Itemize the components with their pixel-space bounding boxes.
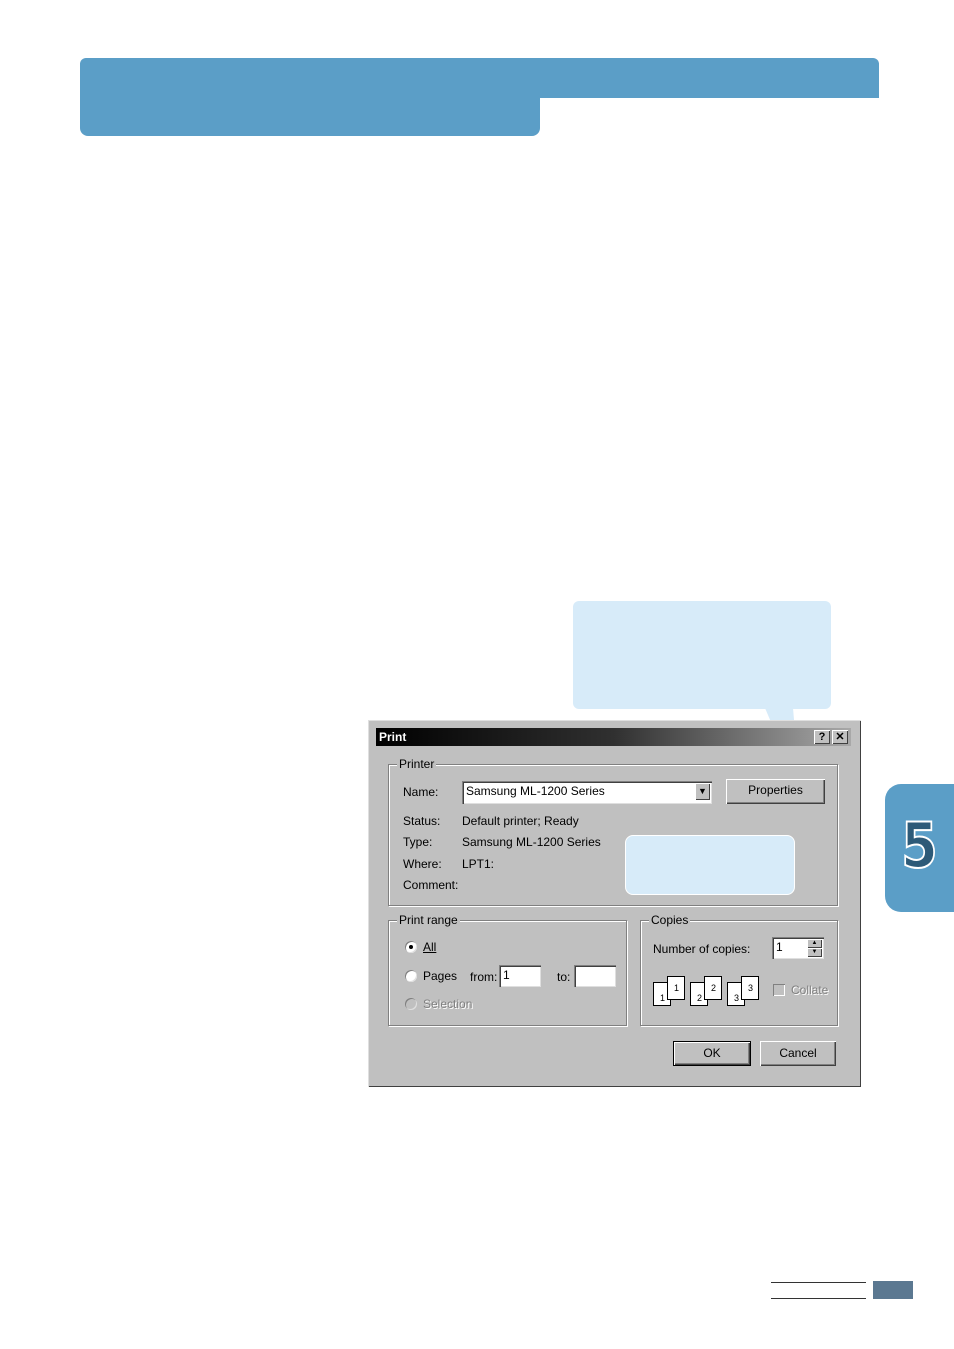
print-dialog: Print ? ✕ Printer Name: Samsung ML-1200 …	[368, 720, 861, 1087]
properties-button[interactable]: Properties	[726, 779, 825, 804]
page-icon: 2	[704, 976, 722, 1000]
collate-checkbox[interactable]	[773, 984, 785, 996]
type-label: Type:	[403, 835, 433, 849]
dialog-titlebar: Print ? ✕	[376, 728, 851, 746]
spin-up-icon[interactable]: ▲	[807, 939, 822, 948]
print-range-label: Print range	[397, 913, 460, 927]
where-label: Where:	[403, 857, 442, 871]
printer-name-value: Samsung ML-1200 Series	[466, 784, 605, 798]
radio-selection[interactable]	[405, 998, 417, 1010]
collate-label: Collate	[791, 983, 829, 997]
callout-printer-select-note	[625, 835, 795, 895]
status-label: Status:	[403, 814, 441, 828]
header-title-block	[80, 80, 540, 136]
footer-rule-bottom	[771, 1298, 866, 1299]
to-input[interactable]	[574, 965, 616, 987]
callout-properties-note	[573, 601, 831, 709]
page-icon: 3	[741, 976, 759, 1000]
dialog-title: Print	[379, 730, 407, 744]
status-value: Default printer; Ready	[462, 814, 579, 828]
radio-all-label: All	[423, 940, 437, 954]
name-label: Name:	[403, 785, 439, 799]
radio-all[interactable]	[405, 941, 417, 953]
copies-group: Copies	[640, 913, 838, 1026]
copies-number-value: 1	[776, 940, 783, 954]
comment-label: Comment:	[403, 878, 459, 892]
radio-pages[interactable]	[405, 970, 417, 982]
from-input[interactable]: 1	[499, 965, 541, 987]
printer-group-label: Printer	[397, 757, 437, 771]
cancel-button[interactable]: Cancel	[760, 1041, 836, 1066]
from-label: from:	[470, 970, 498, 984]
to-label: to:	[557, 970, 571, 984]
printer-name-select[interactable]: Samsung ML-1200 Series ▼	[462, 781, 712, 804]
chapter-tab: 5	[885, 784, 954, 912]
chapter-number: 5	[900, 808, 938, 883]
type-value: Samsung ML-1200 Series	[462, 835, 601, 849]
chevron-down-icon[interactable]: ▼	[695, 783, 710, 800]
radio-pages-label: Pages	[423, 969, 458, 983]
radio-selection-label: Selection	[423, 997, 473, 1011]
copies-label: Copies	[649, 913, 691, 927]
where-value: LPT1:	[462, 857, 495, 871]
ok-button[interactable]: OK	[673, 1041, 751, 1066]
copies-number-input[interactable]: 1 ▲ ▼	[772, 937, 824, 959]
page-icon: 1	[667, 976, 685, 1000]
copies-number-label: Number of copies:	[653, 942, 751, 956]
close-button[interactable]: ✕	[832, 730, 848, 744]
spin-down-icon[interactable]: ▼	[807, 948, 822, 957]
footer-page-box	[873, 1281, 913, 1299]
help-button[interactable]: ?	[814, 730, 830, 744]
footer-rule-top	[771, 1282, 866, 1283]
